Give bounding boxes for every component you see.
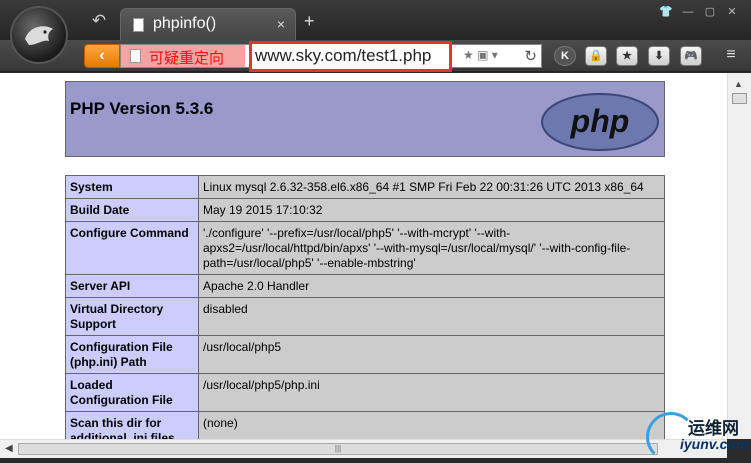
page-icon [130, 49, 141, 63]
row-label: Virtual Directory Support [65, 297, 199, 336]
scroll-left-icon[interactable]: ◀ [5, 443, 13, 454]
row-value: (none) [198, 411, 665, 439]
new-tab-button[interactable]: + [304, 12, 315, 30]
toolbar: ‹ 可疑重定向 www.sky.com/test1.php ★ ▣ ▾ ↻ K … [0, 40, 751, 72]
skin-icon[interactable]: 👕 [655, 4, 677, 20]
browser-logo-icon[interactable] [10, 6, 68, 64]
row-label: Configure Command [65, 221, 199, 275]
watermark: 运维网 iyunv.com [646, 412, 751, 463]
row-label: Loaded Configuration File [65, 373, 199, 412]
address-bar[interactable]: 可疑重定向 www.sky.com/test1.php ★ ▣ ▾ ↻ [120, 41, 542, 72]
table-row: Scan this dir for additional .ini files(… [65, 411, 665, 439]
vertical-scrollbar[interactable]: ▲ [727, 73, 751, 439]
maximize-button[interactable]: ▢ [699, 4, 721, 20]
php-logo-icon: php [541, 93, 659, 151]
tab-close-icon[interactable]: × [277, 16, 285, 32]
star-icon[interactable]: ★ [616, 46, 638, 66]
table-row: Server API Apache 2.0 Handler [65, 274, 665, 298]
download-icon[interactable]: ⬇ [648, 46, 670, 66]
url-text: www.sky.com/test1.php [255, 46, 432, 65]
page-title: PHP Version 5.3.6 [70, 99, 214, 118]
title-bar: ↶ phpinfo() × + 👕 — ▢ ✕ [0, 0, 751, 64]
info-table: System Linux mysql 2.6.32-358.el6.x86_64 … [65, 175, 665, 439]
row-label: Build Date [65, 198, 199, 222]
table-row: System Linux mysql 2.6.32-358.el6.x86_64 … [65, 175, 665, 199]
table-row: Configuration File (php.ini) Path/usr/lo… [65, 335, 665, 374]
close-button[interactable]: ✕ [721, 4, 743, 20]
row-value: Linux mysql 2.6.32-358.el6.x86_64 #1 SMP… [198, 175, 665, 199]
table-row: Loaded Configuration File/usr/local/php5… [65, 373, 665, 412]
status-bar [0, 458, 751, 463]
row-value: May 19 2015 17:10:32 [198, 198, 665, 222]
row-value: /usr/local/php5/php.ini [198, 373, 665, 412]
row-value: Apache 2.0 Handler [198, 274, 665, 298]
redirect-warning[interactable]: 可疑重定向 [121, 45, 245, 67]
back-button[interactable]: ‹ [84, 44, 120, 68]
table-row: Configure Command './configure' '--prefix… [65, 221, 665, 275]
tab-phpinfo[interactable]: phpinfo() × [120, 8, 296, 40]
table-row: Build Date May 19 2015 17:10:32 [65, 198, 665, 222]
browser-window: ↶ phpinfo() × + 👕 — ▢ ✕ ‹ 可疑重定向 www.sky.… [0, 0, 751, 463]
window-controls: 👕 — ▢ ✕ [655, 4, 743, 20]
row-label: Server API [65, 274, 199, 298]
row-value: disabled [198, 297, 665, 336]
k-icon[interactable]: K [554, 46, 576, 66]
gamepad-icon[interactable]: 🎮 [680, 46, 702, 66]
bookmark-qr-icons[interactable]: ★ ▣ ▾ [463, 48, 498, 62]
horizontal-scroll-thumb[interactable]: ||| [18, 443, 658, 455]
tab-title: phpinfo() [153, 15, 217, 32]
url-input[interactable]: www.sky.com/test1.php [249, 41, 452, 72]
row-label: System [65, 175, 199, 199]
menu-icon[interactable]: ≡ [716, 46, 746, 66]
php-header: PHP Version 5.3.6 php [65, 81, 665, 157]
redirect-label: 可疑重定向 [149, 50, 225, 67]
php-logo-text: php [570, 103, 630, 139]
scroll-thumb[interactable] [732, 93, 747, 104]
minimize-button[interactable]: — [677, 4, 699, 20]
cheetah-icon [25, 26, 53, 45]
lock-icon[interactable]: 🔒 [585, 46, 607, 66]
row-value: './configure' '--prefix=/usr/local/php5'… [198, 221, 665, 275]
row-label: Scan this dir for additional .ini files [65, 411, 199, 439]
undo-close-tab-icon[interactable]: ↶ [84, 10, 114, 32]
table-row: Virtual Directory Support disabled [65, 297, 665, 336]
scroll-up-icon[interactable]: ▲ [734, 79, 743, 89]
watermark-text-2: iyunv.com [680, 436, 749, 452]
row-label: Configuration File (php.ini) Path [65, 335, 199, 374]
page-icon [133, 18, 144, 32]
reload-icon[interactable]: ↻ [524, 47, 537, 65]
page-content: PHP Version 5.3.6 php System Linux mysql … [0, 73, 727, 439]
row-value: /usr/local/php5 [198, 335, 665, 374]
horizontal-scrollbar[interactable]: ◀ ||| [0, 439, 727, 458]
